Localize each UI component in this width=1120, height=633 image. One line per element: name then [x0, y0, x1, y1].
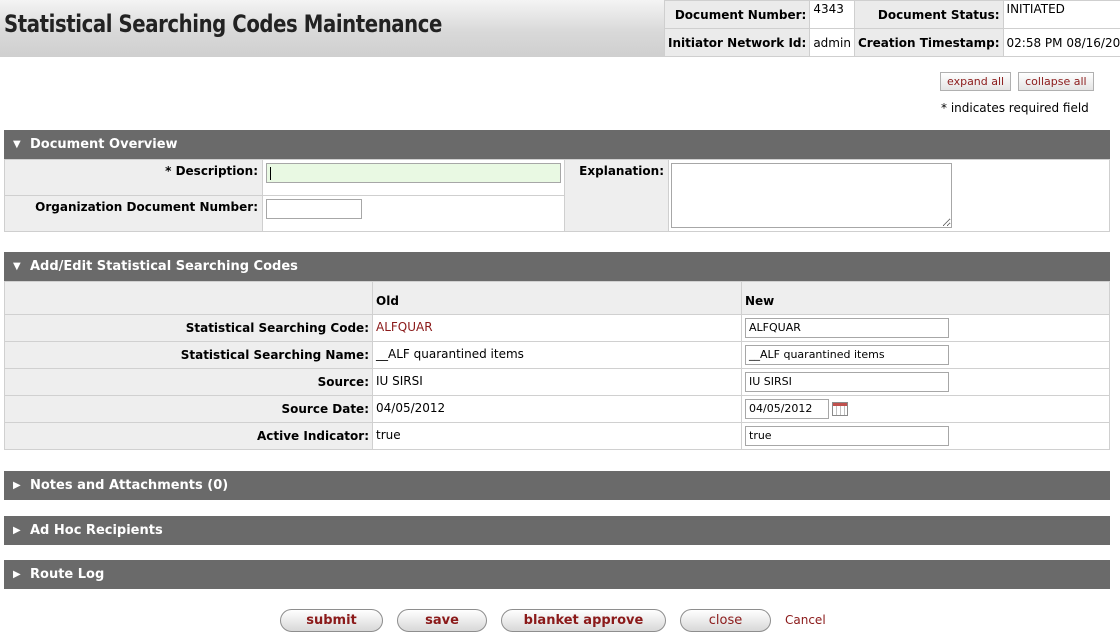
field-label: Active Indicator:	[4, 422, 373, 450]
field-label: Source:	[4, 368, 373, 396]
explanation-label: Explanation:	[564, 160, 669, 231]
explanation-textarea[interactable]	[671, 163, 952, 228]
expand-all-button[interactable]: expand all	[940, 72, 1012, 91]
new-column-header: New	[741, 281, 1110, 315]
field-label: Statistical Searching Code:	[4, 314, 373, 342]
old-value: ALFQUAR	[372, 314, 742, 342]
submit-button[interactable]: submit	[280, 609, 383, 632]
document-number-value: 4343	[809, 0, 855, 29]
empty-header-cell	[4, 281, 373, 315]
initiator-value: admin	[809, 28, 855, 57]
required-field-note: * indicates required field	[941, 101, 1089, 115]
text-cursor	[270, 166, 271, 180]
description-label: * Description:	[5, 160, 263, 196]
section-title: Route Log	[30, 567, 105, 582]
collapse-all-button[interactable]: collapse all	[1018, 72, 1094, 91]
organization-document-number-label: Organization Document Number:	[5, 196, 263, 231]
initiator-label: Initiator Network Id:	[663, 28, 811, 57]
statistical-searching-code-input[interactable]: ALFQUAR	[745, 318, 949, 338]
section-title: Ad Hoc Recipients	[30, 523, 163, 538]
document-info-table: Document Number: 4343 Document Status: I…	[663, 0, 1120, 57]
maintenance-edit-table: Old New Statistical Searching Code: ALFQ…	[4, 281, 1110, 450]
table-row: Statistical Searching Code: ALFQUAR ALFQ…	[4, 314, 1110, 342]
section-title: Add/Edit Statistical Searching Codes	[30, 259, 298, 274]
document-overview-panel: * Description: Organization Document Num…	[4, 159, 1110, 232]
expanded-triangle-icon: ▼	[13, 261, 21, 272]
section-ad-hoc-recipients[interactable]: ▶ Ad Hoc Recipients	[4, 516, 1110, 545]
table-row: Active Indicator: true true	[4, 422, 1110, 450]
table-row: Source Date: 04/05/2012 04/05/2012	[4, 395, 1110, 423]
section-notes-and-attachments[interactable]: ▶ Notes and Attachments (0)	[4, 471, 1110, 500]
table-row: Source: IU SIRSI IU SIRSI	[4, 368, 1110, 396]
cancel-link[interactable]: Cancel	[785, 613, 826, 627]
expanded-triangle-icon: ▼	[13, 139, 21, 150]
save-button[interactable]: save	[397, 609, 487, 632]
statistical-searching-name-input[interactable]: __ALF quarantined items	[745, 345, 949, 365]
creation-timestamp-label: Creation Timestamp:	[853, 28, 1004, 57]
page-title: Statistical Searching Codes Maintenance	[4, 10, 442, 38]
section-route-log[interactable]: ▶ Route Log	[4, 560, 1110, 589]
document-number-label: Document Number:	[663, 0, 811, 29]
document-status-label: Document Status:	[853, 0, 1004, 29]
old-value: __ALF quarantined items	[372, 341, 742, 369]
calendar-icon[interactable]	[832, 402, 848, 416]
section-add-edit-statistical-searching-codes[interactable]: ▼ Add/Edit Statistical Searching Codes	[4, 252, 1110, 281]
section-title: Document Overview	[30, 137, 178, 152]
blanket-approve-button[interactable]: blanket approve	[501, 609, 666, 632]
field-label: Statistical Searching Name:	[4, 341, 373, 369]
creation-timestamp-value: 02:58 PM 08/16/2013	[1002, 28, 1120, 57]
table-row: Statistical Searching Name: __ALF quaran…	[4, 341, 1110, 369]
collapsed-triangle-icon: ▶	[13, 480, 21, 491]
section-document-overview[interactable]: ▼ Document Overview	[4, 130, 1110, 159]
organization-document-number-input[interactable]	[266, 199, 362, 219]
page-header: Statistical Searching Codes Maintenance …	[0, 0, 1120, 57]
document-status-value: INITIATED	[1002, 0, 1120, 29]
description-input[interactable]	[266, 163, 561, 183]
expand-collapse-controls: expand all collapse all	[940, 72, 1101, 91]
collapsed-triangle-icon: ▶	[13, 525, 21, 536]
active-indicator-input[interactable]: true	[745, 426, 949, 446]
old-value: IU SIRSI	[372, 368, 742, 396]
source-date-input[interactable]: 04/05/2012	[745, 399, 829, 419]
old-column-header: Old	[372, 281, 742, 315]
old-value: true	[372, 422, 742, 450]
collapsed-triangle-icon: ▶	[13, 569, 21, 580]
old-value: 04/05/2012	[372, 395, 742, 423]
section-title: Notes and Attachments (0)	[30, 478, 229, 493]
close-button[interactable]: close	[680, 609, 771, 632]
source-input[interactable]: IU SIRSI	[745, 372, 949, 392]
field-label: Source Date:	[4, 395, 373, 423]
